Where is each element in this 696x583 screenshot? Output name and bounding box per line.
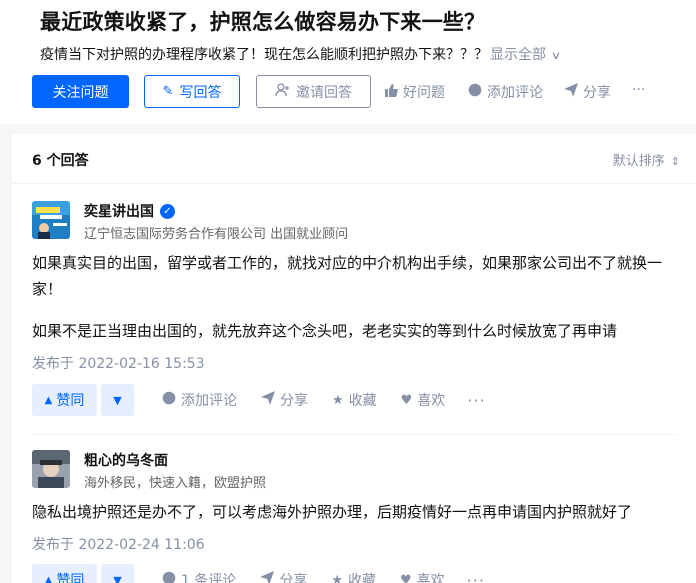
answer-actions: ▲ 赞同 ▼ 添加评论 分享 ★ 收藏 ♥ 喜欢 ··· xyxy=(32,384,486,416)
comment-icon xyxy=(468,83,482,101)
like-label: 喜欢 xyxy=(417,393,446,409)
share-button[interactable]: 分享 xyxy=(260,570,307,583)
collect-label: 收藏 xyxy=(348,393,377,409)
question-share-button[interactable]: 分享 xyxy=(564,82,611,102)
collect-button[interactable]: ★ 收藏 xyxy=(331,570,376,583)
question-add-comment-button[interactable]: 添加评论 xyxy=(468,82,543,102)
question-add-comment-label: 添加评论 xyxy=(487,85,543,101)
show-all-link[interactable]: 显示全部 xyxy=(490,47,546,63)
answer-paragraph: 如果不是正当理由出国的，就先放弃这个念头吧，老老实实的等到什么时候放宽了再申请 xyxy=(32,322,618,340)
thumbs-up-icon xyxy=(384,83,398,101)
question-share-label: 分享 xyxy=(583,85,611,101)
share-button[interactable]: 分享 xyxy=(261,390,308,410)
like-label: 喜欢 xyxy=(416,573,445,583)
avatar[interactable] xyxy=(32,201,70,239)
write-answer-label: 写回答 xyxy=(179,84,222,101)
answer-count: 6 个回答 xyxy=(32,153,89,169)
paper-plane-icon xyxy=(260,571,275,583)
more-options-icon[interactable]: ··· xyxy=(467,391,485,410)
answers-header: 6 个回答 默认排序 ⇕ xyxy=(12,134,696,184)
write-answer-button[interactable]: ✎ 写回答 xyxy=(144,75,240,108)
author-headline: 辽宁恒志国际劳务合作有限公司 出国就业顾问 xyxy=(84,227,349,242)
upvote-label: 赞同 xyxy=(56,393,85,409)
comment-icon xyxy=(162,571,176,583)
triangle-up-icon: ▲ xyxy=(44,574,53,583)
star-icon: ★ xyxy=(331,572,344,583)
collect-button[interactable]: ★ 收藏 xyxy=(332,390,377,410)
answers-card: 6 个回答 默认排序 ⇕ 奕星讲出国 ✓ 辽宁恒志国际劳务合作有限公司 出国就业顾… xyxy=(12,134,696,583)
avatar[interactable] xyxy=(32,450,70,488)
verified-badge-icon: ✓ xyxy=(160,203,175,219)
add-comment-button[interactable]: 添加评论 xyxy=(162,390,237,410)
sort-dropdown[interactable]: 默认排序 ⇕ xyxy=(613,150,680,169)
invite-answer-label: 邀请回答 xyxy=(296,84,352,101)
answer-actions: ▲ 赞同 ▼ 1 条评论 分享 ★ 收藏 ♥ 喜欢 ··· xyxy=(32,564,485,583)
like-button[interactable]: ♥ 喜欢 xyxy=(400,570,445,583)
triangle-down-icon: ▼ xyxy=(113,573,122,583)
downvote-button[interactable]: ▼ xyxy=(101,384,134,416)
chevron-down-icon[interactable]: ∨ xyxy=(551,49,561,62)
answer-paragraph: 如果真实目的出国，留学或者工作的，就找对应的中介机构出手续，如果那家公司出不了就… xyxy=(32,254,663,298)
upvote-label: 赞同 xyxy=(56,573,85,583)
sort-label: 默认排序 xyxy=(612,154,665,169)
question-header: 最近政策收紧了，护照怎么做容易办下来一些？ 疫情当下对护照的办理程序收紧了！现在… xyxy=(0,0,696,124)
good-question-button[interactable]: 好问题 xyxy=(384,82,445,102)
paper-plane-icon xyxy=(564,83,578,101)
author-name-text: 粗心的乌冬面 xyxy=(84,453,168,469)
author-headline: 海外移民，快速入籍，欧盟护照 xyxy=(84,476,267,491)
more-options-icon[interactable]: ··· xyxy=(632,82,645,98)
answer-paragraph: 隐私出境护照还是办不了，可以考虑海外护照办理，后期疫情好一点再申请国内护照就好了 xyxy=(32,503,633,521)
author-name[interactable]: 粗心的乌冬面 xyxy=(84,450,168,470)
triangle-down-icon: ▼ xyxy=(113,393,122,407)
add-comment-label: 添加评论 xyxy=(181,393,237,409)
share-label: 分享 xyxy=(280,393,308,409)
publish-time[interactable]: 发布于 2022-02-16 15:53 xyxy=(32,353,205,373)
author-name-text: 奕星讲出国 xyxy=(84,204,154,220)
comment-icon xyxy=(162,391,176,409)
heart-icon: ♥ xyxy=(400,392,413,408)
answer-divider xyxy=(32,434,676,435)
upvote-button[interactable]: ▲ 赞同 xyxy=(32,564,97,583)
more-options-icon[interactable]: ··· xyxy=(467,571,485,583)
invite-answer-button[interactable]: 邀请回答 xyxy=(256,75,371,108)
star-icon: ★ xyxy=(332,392,344,408)
collect-label: 收藏 xyxy=(348,573,377,583)
good-question-label: 好问题 xyxy=(403,85,445,101)
pencil-icon: ✎ xyxy=(162,84,174,99)
upvote-button[interactable]: ▲ 赞同 xyxy=(32,384,97,416)
answer-item: 奕星讲出国 ✓ 辽宁恒志国际劳务合作有限公司 出国就业顾问 如果真实目的出国，留… xyxy=(32,201,696,421)
question-title: 最近政策收紧了，护照怎么做容易办下来一些？ xyxy=(40,10,486,34)
comment-count-button[interactable]: 1 条评论 xyxy=(162,570,236,583)
heart-icon: ♥ xyxy=(400,572,412,583)
follow-question-label: 关注问题 xyxy=(52,84,109,101)
downvote-button[interactable]: ▼ xyxy=(101,564,134,583)
like-button[interactable]: ♥ 喜欢 xyxy=(401,390,446,410)
comment-count-label: 1 条评论 xyxy=(181,573,237,583)
share-label: 分享 xyxy=(279,573,308,583)
author-name[interactable]: 奕星讲出国 ✓ xyxy=(84,201,175,221)
triangle-up-icon: ▲ xyxy=(44,394,53,406)
question-detail-text: 疫情当下对护照的办理程序收紧了！现在怎么能顺利把护照办下来？？？ xyxy=(40,47,488,63)
publish-time[interactable]: 发布于 2022-02-24 11:06 xyxy=(32,534,205,554)
paper-plane-icon xyxy=(261,391,275,409)
add-user-icon xyxy=(275,82,290,101)
follow-question-button[interactable]: 关注问题 xyxy=(32,75,129,108)
sort-toggle-icon: ⇕ xyxy=(670,155,680,168)
answer-item: 粗心的乌冬面 海外移民，快速入籍，欧盟护照 隐私出境护照还是办不了，可以考虑海外… xyxy=(32,450,696,583)
question-detail: 疫情当下对护照的办理程序收紧了！现在怎么能顺利把护照办下来？？？ 显示全部 ∨ xyxy=(40,44,561,64)
